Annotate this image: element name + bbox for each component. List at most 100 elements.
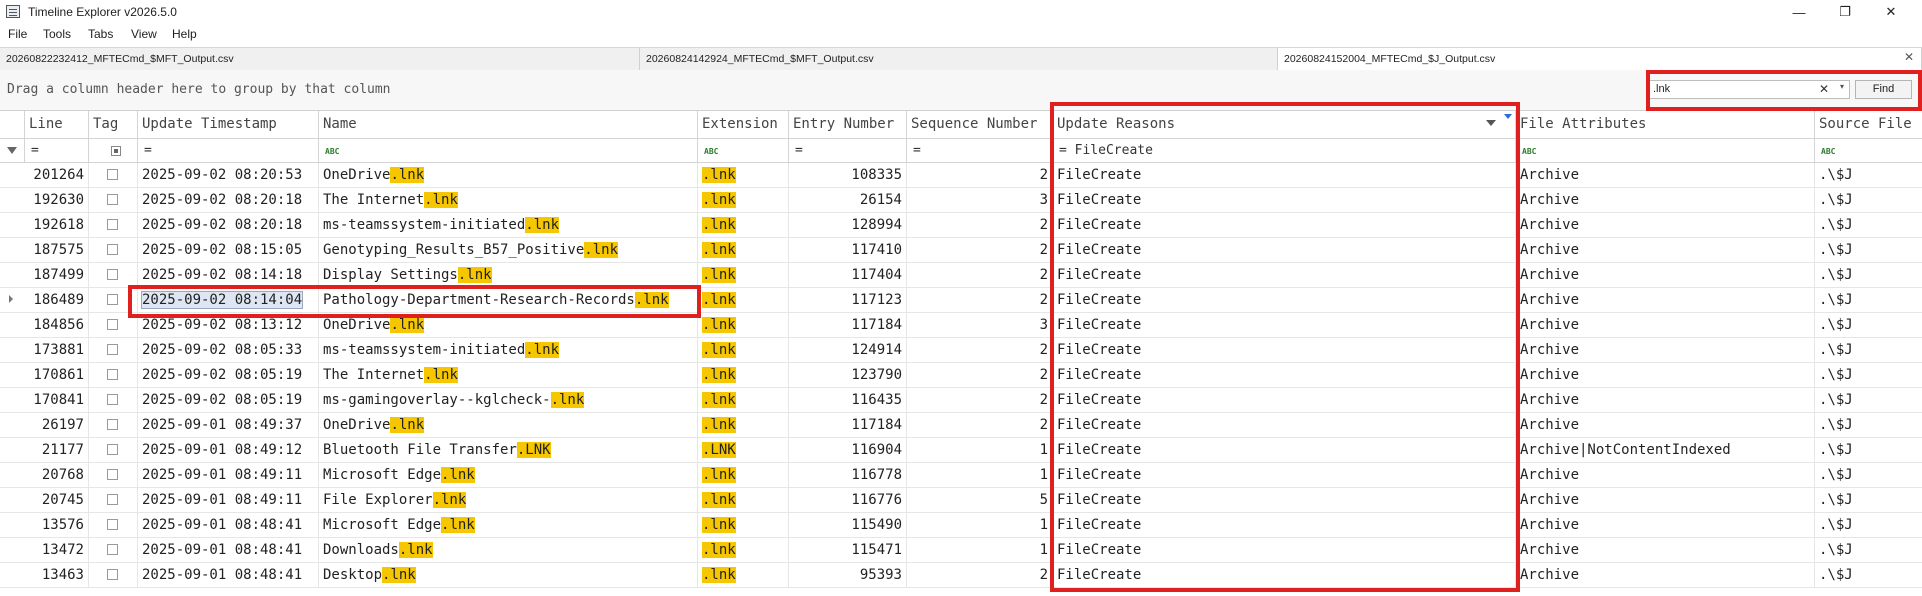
table-row[interactable]: 186489 2025-09-02 08:14:04 Pathology-Depar…: [0, 288, 1922, 313]
cell-sequence-number[interactable]: 2: [907, 413, 1053, 437]
cell-extension[interactable]: .lnk: [698, 563, 789, 587]
tag-checkbox[interactable]: [107, 419, 118, 430]
minimize-button[interactable]: —: [1776, 0, 1822, 24]
cell-sequence-number[interactable]: 1: [907, 513, 1053, 537]
cell-entry-number[interactable]: 116904: [789, 438, 907, 462]
table-row[interactable]: 201264 2025-09-02 08:20:53 OneDrive.lnk .ln…: [0, 163, 1922, 188]
filter-extension[interactable]: ABC: [698, 139, 789, 162]
cell-entry-number[interactable]: 116778: [789, 463, 907, 487]
cell-update-reasons[interactable]: FileCreate: [1053, 388, 1516, 412]
cell-update-reasons[interactable]: FileCreate: [1053, 488, 1516, 512]
cell-sequence-number[interactable]: 2: [907, 363, 1053, 387]
cell-line[interactable]: 13472: [25, 538, 89, 562]
cell-name[interactable]: Downloads.lnk: [319, 538, 698, 562]
tag-checkbox[interactable]: [107, 344, 118, 355]
cell-file-attributes[interactable]: Archive: [1516, 313, 1815, 337]
menu-help[interactable]: Help: [172, 27, 197, 41]
table-row[interactable]: 21177 2025-09-01 08:49:12 Bluetooth File T…: [0, 438, 1922, 463]
cell-source-file[interactable]: .\$J: [1815, 363, 1922, 387]
cell-name[interactable]: File Explorer.lnk: [319, 488, 698, 512]
cell-update-reasons[interactable]: FileCreate: [1053, 163, 1516, 187]
header-line[interactable]: Line: [25, 111, 89, 138]
cell-sequence-number[interactable]: 3: [907, 188, 1053, 212]
clear-search-icon[interactable]: ✕: [1819, 82, 1829, 96]
cell-tag[interactable]: [89, 238, 138, 262]
filter-source-file[interactable]: ABC: [1815, 139, 1922, 162]
cell-source-file[interactable]: .\$J: [1815, 313, 1922, 337]
cell-update-timestamp[interactable]: 2025-09-01 08:49:37: [138, 413, 319, 437]
cell-entry-number[interactable]: 95393: [789, 563, 907, 587]
cell-source-file[interactable]: .\$J: [1815, 288, 1922, 312]
cell-update-timestamp[interactable]: 2025-09-01 08:48:41: [138, 513, 319, 537]
filter-name[interactable]: ABC: [319, 139, 698, 162]
cell-name[interactable]: OneDrive.lnk: [319, 163, 698, 187]
cell-extension[interactable]: .lnk: [698, 513, 789, 537]
cell-tag[interactable]: [89, 438, 138, 462]
group-by-panel[interactable]: Drag a column header here to group by th…: [0, 70, 1922, 111]
cell-file-attributes[interactable]: Archive: [1516, 463, 1815, 487]
cell-name[interactable]: Display Settings.lnk: [319, 263, 698, 287]
cell-extension[interactable]: .lnk: [698, 363, 789, 387]
cell-update-reasons[interactable]: FileCreate: [1053, 313, 1516, 337]
cell-source-file[interactable]: .\$J: [1815, 488, 1922, 512]
cell-line[interactable]: 26197: [25, 413, 89, 437]
cell-file-attributes[interactable]: Archive: [1516, 263, 1815, 287]
cell-line[interactable]: 192630: [25, 188, 89, 212]
menu-tools[interactable]: Tools: [43, 27, 71, 41]
cell-source-file[interactable]: .\$J: [1815, 463, 1922, 487]
tag-checkbox[interactable]: [107, 569, 118, 580]
cell-source-file[interactable]: .\$J: [1815, 263, 1922, 287]
tag-checkbox[interactable]: [107, 294, 118, 305]
cell-source-file[interactable]: .\$J: [1815, 388, 1922, 412]
cell-line[interactable]: 170861: [25, 363, 89, 387]
cell-source-file[interactable]: .\$J: [1815, 238, 1922, 262]
filter-file-attributes[interactable]: ABC: [1516, 139, 1815, 162]
cell-update-reasons[interactable]: FileCreate: [1053, 213, 1516, 237]
cell-update-timestamp[interactable]: 2025-09-01 08:49:12: [138, 438, 319, 462]
cell-file-attributes[interactable]: Archive: [1516, 163, 1815, 187]
cell-source-file[interactable]: .\$J: [1815, 438, 1922, 462]
cell-file-attributes[interactable]: Archive: [1516, 338, 1815, 362]
cell-file-attributes[interactable]: Archive: [1516, 488, 1815, 512]
cell-extension[interactable]: .lnk: [698, 238, 789, 262]
cell-name[interactable]: ms-gamingoverlay--kglcheck-.lnk: [319, 388, 698, 412]
cell-line[interactable]: 170841: [25, 388, 89, 412]
cell-name[interactable]: ms-teamssystem-initiated.lnk: [319, 338, 698, 362]
cell-file-attributes[interactable]: Archive: [1516, 238, 1815, 262]
cell-extension[interactable]: .lnk: [698, 463, 789, 487]
search-dropdown-icon[interactable]: ▾: [1840, 82, 1844, 91]
cell-sequence-number[interactable]: 2: [907, 238, 1053, 262]
table-row[interactable]: 13576 2025-09-01 08:48:41 Microsoft Edge.l…: [0, 513, 1922, 538]
tab-j-output[interactable]: 20260824152004_MFTECmd_$J_Output.csv: [1278, 48, 1922, 70]
cell-update-reasons[interactable]: FileCreate: [1053, 188, 1516, 212]
table-row[interactable]: 26197 2025-09-01 08:49:37 OneDrive.lnk .lnk…: [0, 413, 1922, 438]
cell-extension[interactable]: .lnk: [698, 288, 789, 312]
cell-sequence-number[interactable]: 1: [907, 538, 1053, 562]
table-row[interactable]: 184856 2025-09-02 08:13:12 OneDrive.lnk .ln…: [0, 313, 1922, 338]
cell-source-file[interactable]: .\$J: [1815, 513, 1922, 537]
cell-sequence-number[interactable]: 5: [907, 488, 1053, 512]
table-row[interactable]: 173881 2025-09-02 08:05:33 ms-teamssystem-…: [0, 338, 1922, 363]
cell-entry-number[interactable]: 115490: [789, 513, 907, 537]
cell-source-file[interactable]: .\$J: [1815, 213, 1922, 237]
tag-checkbox[interactable]: [107, 219, 118, 230]
search-input[interactable]: .lnk ✕ ▾: [1648, 80, 1850, 99]
cell-tag[interactable]: [89, 263, 138, 287]
filter-update-timestamp[interactable]: =: [138, 139, 319, 162]
cell-sequence-number[interactable]: 2: [907, 563, 1053, 587]
cell-entry-number[interactable]: 117184: [789, 413, 907, 437]
cell-update-reasons[interactable]: FileCreate: [1053, 288, 1516, 312]
cell-update-timestamp[interactable]: 2025-09-01 08:49:11: [138, 488, 319, 512]
header-update-reasons[interactable]: Update Reasons: [1053, 111, 1516, 138]
cell-name[interactable]: Microsoft Edge.lnk: [319, 513, 698, 537]
tag-checkbox[interactable]: [107, 394, 118, 405]
cell-name[interactable]: Pathology-Department-Research-Records.ln…: [319, 288, 698, 312]
cell-extension[interactable]: .lnk: [698, 313, 789, 337]
cell-extension[interactable]: .lnk: [698, 163, 789, 187]
cell-extension[interactable]: .lnk: [698, 538, 789, 562]
find-button[interactable]: Find: [1855, 80, 1912, 99]
filter-update-reasons[interactable]: = FileCreate: [1053, 139, 1516, 162]
tag-checkbox[interactable]: [107, 469, 118, 480]
cell-extension[interactable]: .lnk: [698, 338, 789, 362]
tag-checkbox[interactable]: [107, 319, 118, 330]
